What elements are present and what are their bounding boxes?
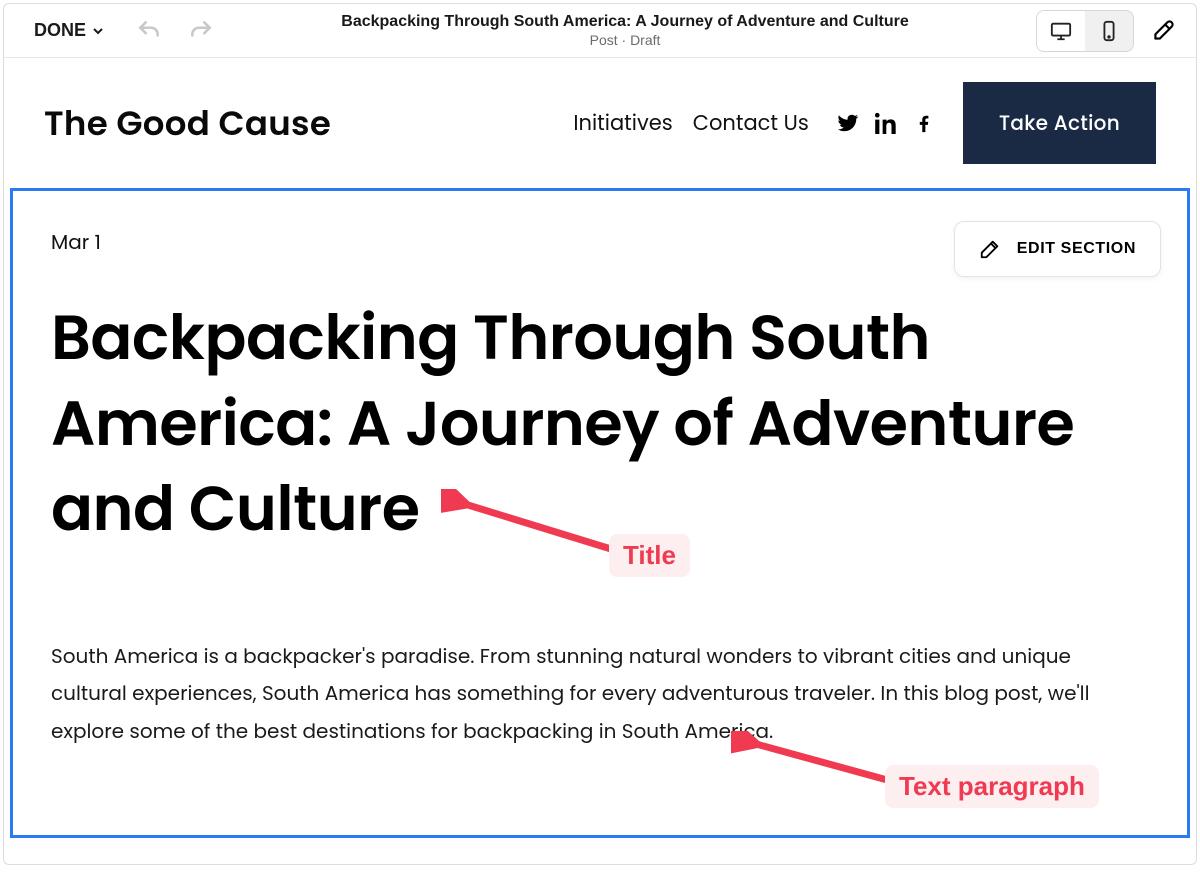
brush-icon xyxy=(1150,18,1176,44)
nav-initiatives[interactable]: Initiatives xyxy=(573,108,672,139)
topbar-center: Backpacking Through South America: A Jou… xyxy=(214,13,1036,48)
desktop-view-button[interactable] xyxy=(1037,11,1085,51)
edit-section-button[interactable]: EDIT SECTION xyxy=(954,221,1161,277)
redo-icon xyxy=(188,18,214,44)
topbar-subtitle: Post · Draft xyxy=(214,32,1036,48)
edit-section-label: EDIT SECTION xyxy=(1017,240,1136,258)
topbar-left: DONE xyxy=(34,18,214,44)
twitter-icon[interactable] xyxy=(837,112,859,134)
editor-topbar: DONE Backpacking Through South America: … xyxy=(4,4,1196,58)
device-toggle xyxy=(1036,10,1134,52)
undo-icon xyxy=(136,18,162,44)
chevron-down-icon xyxy=(90,23,106,39)
done-label: DONE xyxy=(34,20,86,41)
annotation-title-label: Title xyxy=(609,534,690,577)
nav-links: Initiatives Contact Us xyxy=(573,108,808,139)
post-body[interactable]: South America is a backpacker's paradise… xyxy=(51,638,1131,751)
topbar-title: Backpacking Through South America: A Jou… xyxy=(214,13,1036,31)
mobile-view-button[interactable] xyxy=(1085,11,1133,51)
social-icons xyxy=(837,112,935,134)
nav-area: Initiatives Contact Us Take Action xyxy=(573,82,1156,164)
topbar-right xyxy=(1036,10,1178,52)
editor-frame: DONE Backpacking Through South America: … xyxy=(3,3,1197,865)
facebook-icon[interactable] xyxy=(913,112,935,134)
site-brand[interactable]: The Good Cause xyxy=(44,98,331,149)
redo-button[interactable] xyxy=(188,18,214,44)
post-section[interactable]: Mar 1 EDIT SECTION Backpacking Through S… xyxy=(10,188,1190,838)
annotation-paragraph-label: Text paragraph xyxy=(885,765,1099,808)
undo-redo-group xyxy=(136,18,214,44)
desktop-icon xyxy=(1050,20,1072,42)
site-header: The Good Cause Initiatives Contact Us Ta… xyxy=(4,58,1196,188)
cta-button[interactable]: Take Action xyxy=(963,82,1156,164)
style-brush-button[interactable] xyxy=(1148,16,1178,46)
post-title[interactable]: Backpacking Through South America: A Jou… xyxy=(51,295,1149,552)
nav-contact[interactable]: Contact Us xyxy=(693,108,809,139)
pencil-icon xyxy=(979,238,1001,260)
linkedin-icon[interactable] xyxy=(875,112,897,134)
done-button[interactable]: DONE xyxy=(34,20,106,41)
mobile-icon xyxy=(1098,20,1120,42)
undo-button[interactable] xyxy=(136,18,162,44)
